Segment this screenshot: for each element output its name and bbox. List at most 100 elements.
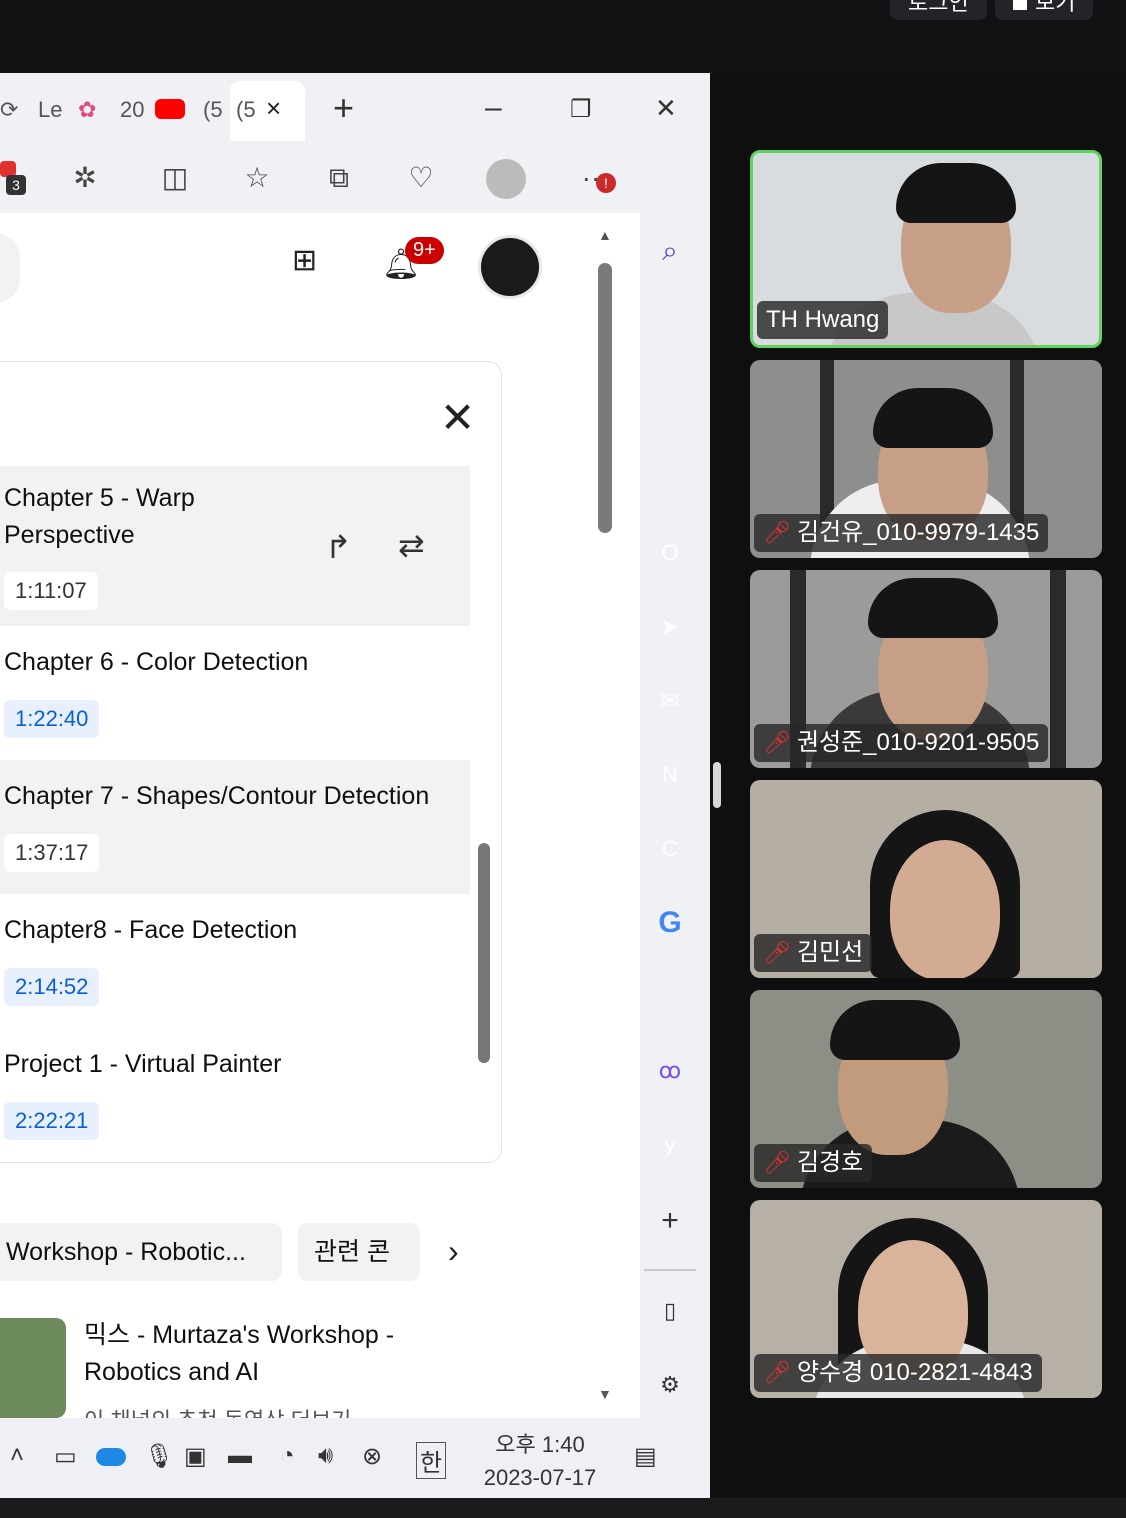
tab-1[interactable]: Le xyxy=(38,97,62,123)
collections-icon[interactable]: ⧉ xyxy=(322,161,356,195)
games-icon[interactable] xyxy=(652,461,688,497)
send-icon[interactable]: ➤ xyxy=(652,609,688,645)
active-tab[interactable]: (5 × xyxy=(230,81,305,141)
extensions-icon[interactable]: ✲ xyxy=(68,161,102,195)
google-icon[interactable]: G xyxy=(652,905,688,941)
participant-tile[interactable]: 🎤︎ 김민선 xyxy=(750,780,1102,978)
participant-tile[interactable]: 🎤︎ 권성준_010-9201-9505 xyxy=(750,570,1102,768)
mail-icon[interactable]: ✉ xyxy=(652,683,688,719)
chapter-timestamp[interactable]: 2:14:52 xyxy=(4,968,100,1006)
chapter-timestamp[interactable]: 1:11:07 xyxy=(4,572,98,610)
tab-3[interactable]: 20 xyxy=(120,97,144,123)
loop-app-icon[interactable]: ꝏ xyxy=(652,1053,688,1089)
screen-share-icon[interactable]: ▣ xyxy=(184,1442,207,1471)
minimize-button[interactable]: – xyxy=(485,91,502,125)
favorites-icon[interactable]: ☆ xyxy=(240,161,274,195)
shopping-icon[interactable] xyxy=(652,309,688,345)
bottom-strip xyxy=(0,1498,1126,1518)
filter-chip[interactable]: 관련 콘 xyxy=(298,1223,420,1281)
participant-tile[interactable]: TH Hwang xyxy=(750,150,1102,348)
designer-icon[interactable] xyxy=(652,979,688,1015)
participant-name: TH Hwang xyxy=(757,301,889,339)
profile-icon[interactable] xyxy=(486,159,526,199)
scroll-down-arrow[interactable]: ▼ xyxy=(598,1386,612,1402)
grid-icon xyxy=(1013,0,1027,10)
naver-mail-icon[interactable]: N xyxy=(652,757,688,793)
view-button-label: 보기 xyxy=(1035,0,1076,15)
tab-4[interactable]: (5 xyxy=(203,97,223,123)
new-tab-button[interactable]: + xyxy=(333,87,354,129)
youtube-icon[interactable] xyxy=(155,99,185,119)
loop-icon[interactable]: ⇄ xyxy=(398,526,425,564)
chevron-right-icon[interactable]: › xyxy=(448,1233,459,1270)
restore-button[interactable]: ❐ xyxy=(570,95,592,124)
search-icon[interactable]: ⌕ xyxy=(652,233,688,269)
chapter-timestamp[interactable]: 1:37:17 xyxy=(4,834,100,872)
extension-count: 3 xyxy=(6,175,26,195)
tools-icon[interactable] xyxy=(652,385,688,421)
chapter-item[interactable]: Chapter 5 - Warp Perspective 1:11:07 ↱ ⇄ xyxy=(0,466,470,626)
recommendation-title[interactable]: 믹스 - Murtaza's Workshop - Robotics and A… xyxy=(84,1317,444,1391)
chapter-item[interactable]: Chapter8 - Face Detection 2:14:52 xyxy=(0,894,470,1028)
battery-icon[interactable]: ▬ xyxy=(228,1442,252,1470)
close-chapters-icon[interactable]: ✕ xyxy=(440,393,475,442)
participant-name-text: 김건유_010-9979-1435 xyxy=(796,519,1040,546)
mic-muted-icon: 🎤︎ xyxy=(763,1150,791,1175)
chapter-timestamp[interactable]: 1:22:40 xyxy=(4,700,100,738)
chapter-title: Chapter 6 - Color Detection xyxy=(4,648,309,676)
participant-tile[interactable]: 🎤︎ 김경호 xyxy=(750,990,1102,1188)
onedrive-icon[interactable] xyxy=(96,1448,126,1466)
mic-muted-icon: 🎤︎ xyxy=(763,940,791,965)
tab-2-icon[interactable]: ✿ xyxy=(78,97,96,123)
browser-essentials-icon[interactable]: ♡ xyxy=(404,161,438,195)
account-avatar[interactable] xyxy=(478,235,542,299)
ime-indicator[interactable]: 한 xyxy=(416,1442,447,1479)
chapter-timestamp[interactable]: 2:22:21 xyxy=(4,1102,100,1140)
microphone-icon[interactable]: 🎙︎ xyxy=(144,1442,174,1471)
chapters-scrollbar[interactable] xyxy=(478,843,490,1063)
status-x-icon[interactable]: ⊗ xyxy=(362,1442,382,1471)
share-icon[interactable]: ↱ xyxy=(325,528,352,566)
chapter-item[interactable]: Chapter 6 - Color Detection 1:22:40 xyxy=(0,626,470,760)
wifi-icon[interactable]: ◔ xyxy=(280,1442,295,1470)
tab-refresh-icon[interactable]: ⟳ xyxy=(0,97,18,123)
more-menu-icon[interactable]: ··! xyxy=(574,161,616,195)
participant-tile[interactable]: 🎤︎ 김건유_010-9979-1435 xyxy=(750,360,1102,558)
app-y-icon[interactable]: y xyxy=(652,1127,688,1163)
zoom-top-bar: 로그인 보기 xyxy=(0,0,1126,73)
close-window-button[interactable]: ✕ xyxy=(655,93,677,124)
volume-icon[interactable]: 🔊︎ xyxy=(318,1442,333,1470)
clock-time: 오후 1:40 xyxy=(495,1432,585,1457)
sidebar-divider xyxy=(644,1269,696,1271)
filter-chip[interactable]: Workshop - Robotic... xyxy=(0,1223,282,1281)
hide-sidebar-icon[interactable]: ▯ xyxy=(652,1293,688,1329)
resize-handle[interactable] xyxy=(713,762,721,808)
participant-tile[interactable]: 🎤︎ 양수경 010-2821-4843 xyxy=(750,1200,1102,1398)
extension-badge-icon[interactable]: 3 xyxy=(0,161,34,195)
app-c-icon[interactable]: C xyxy=(652,831,688,867)
chevron-up-icon[interactable]: ˄ xyxy=(10,1442,24,1470)
signin-button[interactable]: 로그인 xyxy=(890,0,987,20)
outlook-icon[interactable]: O xyxy=(652,535,688,571)
page-scrollbar[interactable] xyxy=(598,263,612,533)
mic-muted-icon: 🎤︎ xyxy=(763,520,791,545)
shared-screen: ⟳ Le ✿ 20 (5 (5 × + – ❐ ✕ 3 ✲ ◫ ☆ ⧉ ♡ ··… xyxy=(0,73,710,1498)
browser-tab-bar: ⟳ Le ✿ 20 (5 (5 × + – ❐ ✕ xyxy=(0,73,710,143)
split-screen-icon[interactable]: ◫ xyxy=(158,161,192,195)
chapter-item[interactable]: Chapter 7 - Shapes/Contour Detection 1:3… xyxy=(0,760,470,894)
scroll-up-arrow[interactable]: ▲ xyxy=(598,227,612,243)
search-box-edge[interactable] xyxy=(0,233,20,303)
notifications-center-icon[interactable]: ▤ xyxy=(634,1442,657,1471)
clock[interactable]: 오후 1:40 2023-07-17 xyxy=(470,1428,610,1494)
participant-name: 🎤︎ 김민선 xyxy=(754,934,873,972)
recommendation-subtitle: 이 채널의 추천 동영상 더보기 xyxy=(84,1403,351,1418)
add-sidebar-app-icon[interactable]: + xyxy=(652,1203,688,1239)
camera-icon[interactable]: ▭ xyxy=(54,1442,77,1471)
view-button[interactable]: 보기 xyxy=(995,0,1094,20)
create-video-icon[interactable]: ⊞ xyxy=(292,243,317,278)
close-tab-icon[interactable]: × xyxy=(266,93,281,124)
settings-gear-icon[interactable]: ⚙ xyxy=(652,1367,688,1403)
chapter-item[interactable]: Project 1 - Virtual Painter 2:22:21 xyxy=(0,1028,470,1162)
recommendation-thumbnail[interactable] xyxy=(0,1318,66,1418)
mic-muted-icon: 🎤︎ xyxy=(763,730,791,755)
